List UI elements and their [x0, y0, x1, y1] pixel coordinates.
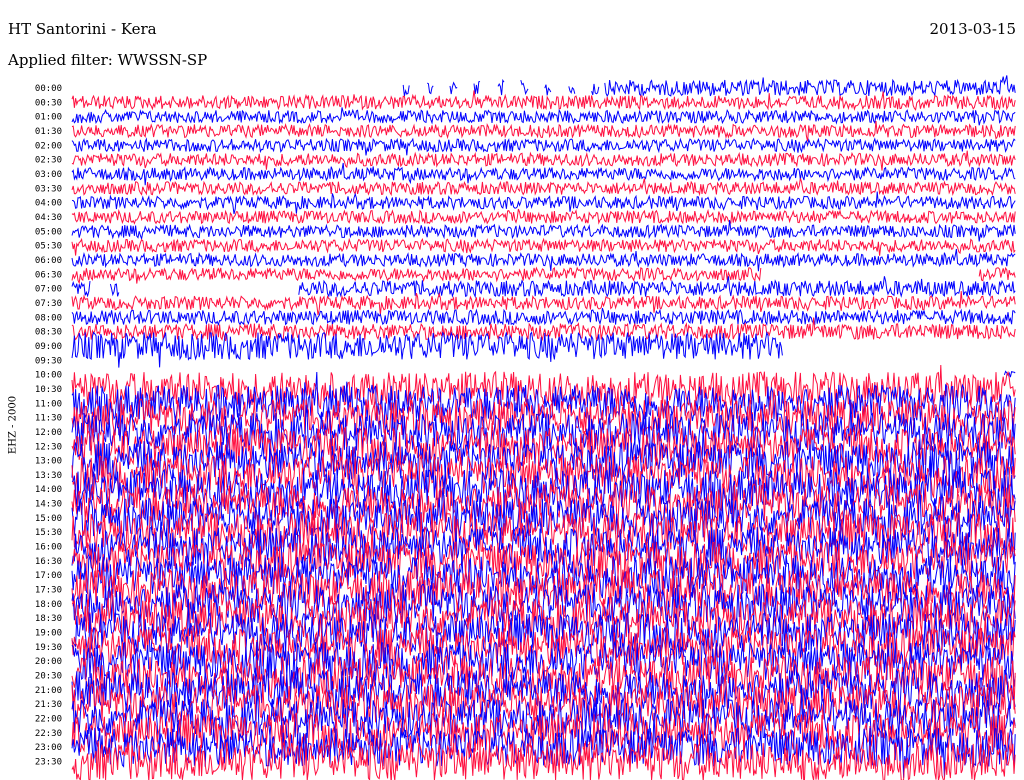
row-time-label: 17:00 [35, 571, 62, 581]
row-time-label: 01:00 [35, 113, 62, 123]
seismic-trace [71, 191, 1016, 215]
row-time-label: 14:00 [35, 485, 62, 495]
seismic-trace [71, 150, 1016, 171]
row-time-label: 19:30 [35, 643, 62, 653]
row-time-label: 15:00 [35, 514, 62, 524]
row-time-label: 13:30 [35, 471, 62, 481]
row-time-label: 11:00 [35, 399, 62, 409]
row-time-label: 09:30 [35, 356, 62, 366]
row-time-label: 17:30 [35, 586, 62, 596]
row-time-label: 19:00 [35, 629, 62, 639]
row-time-label: 22:30 [35, 729, 62, 739]
seismic-trace [1003, 370, 1016, 378]
seismic-trace [71, 237, 1016, 256]
row-time-label: 03:30 [35, 184, 62, 194]
row-time-label: 14:30 [35, 500, 62, 510]
row-time-label: 11:30 [35, 414, 62, 424]
row-time-label: 04:00 [35, 199, 62, 209]
seismic-trace [71, 276, 1016, 299]
seismic-trace [71, 90, 1016, 111]
row-time-label: 23:00 [35, 743, 62, 753]
row-time-label: 09:00 [35, 342, 62, 352]
row-time-label: 00:00 [35, 84, 62, 94]
row-time-label: 07:00 [35, 285, 62, 295]
row-time-label: 13:00 [35, 457, 62, 467]
row-time-label: 12:30 [35, 442, 62, 452]
row-time-label: 21:00 [35, 686, 62, 696]
row-time-label: 15:30 [35, 528, 62, 538]
seismic-trace [71, 137, 1016, 156]
row-time-label: 18:00 [35, 600, 62, 610]
row-time-label: 06:30 [35, 270, 62, 280]
row-time-label: 10:30 [35, 385, 62, 395]
seismic-trace [71, 331, 783, 368]
row-time-label: 07:30 [35, 299, 62, 309]
row-time-label: 06:00 [35, 256, 62, 266]
row-time-label: 21:30 [35, 700, 62, 710]
helicorder-plot: 00:00 00:30 01:00 01:30 02:00 02:30 03:00 03:30… [35, 75, 1016, 780]
seismic-trace [71, 248, 1016, 272]
seismic-trace [402, 75, 1016, 98]
row-time-label: 16:00 [35, 543, 62, 553]
row-time-label: 12:00 [35, 428, 62, 438]
row-time-label: 22:00 [35, 715, 62, 725]
seismic-trace [71, 208, 1016, 225]
row-time-label: 03:00 [35, 170, 62, 180]
row-time-label: 20:30 [35, 672, 62, 682]
row-time-label: 20:00 [35, 657, 62, 667]
row-time-label: 05:30 [35, 242, 62, 252]
seismic-trace [71, 107, 1016, 126]
seismic-trace [71, 162, 1016, 186]
row-time-label: 02:30 [35, 156, 62, 166]
row-time-label: 01:30 [35, 127, 62, 137]
row-time-label: 18:30 [35, 614, 62, 624]
seismic-trace [71, 307, 1016, 327]
seismic-trace [71, 121, 1016, 142]
seismic-trace [71, 266, 1016, 285]
row-time-label: 16:30 [35, 557, 62, 567]
row-time-label: 23:30 [35, 758, 62, 768]
row-time-label: 04:30 [35, 213, 62, 223]
row-time-label: 02:00 [35, 141, 62, 151]
row-time-label: 08:00 [35, 313, 62, 323]
row-time-label: 08:30 [35, 328, 62, 338]
row-time-label: 05:00 [35, 227, 62, 237]
seismic-trace [71, 178, 1016, 197]
row-time-label: 00:30 [35, 98, 62, 108]
row-time-label: 10:00 [35, 371, 62, 381]
